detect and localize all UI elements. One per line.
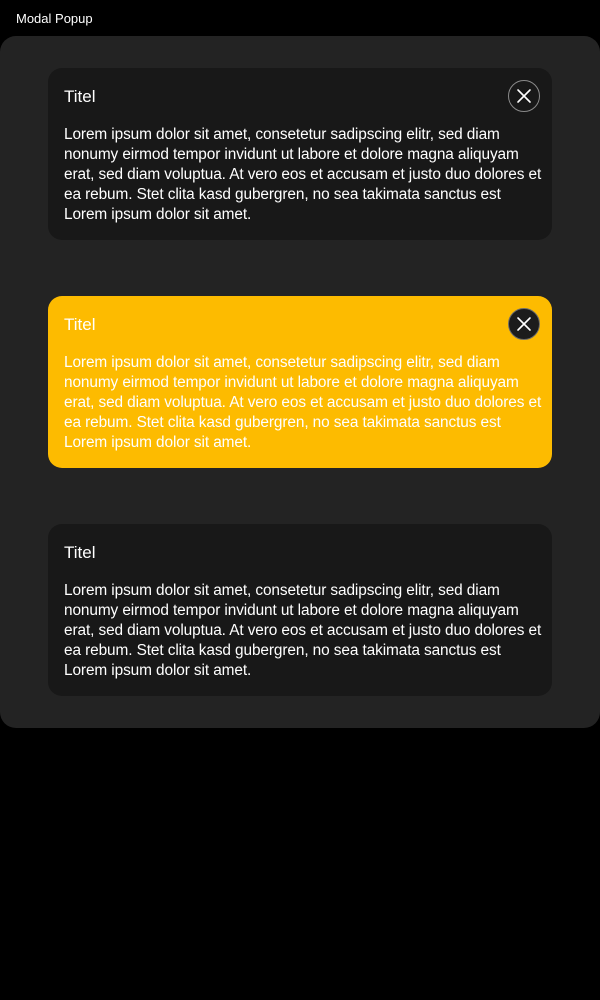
- modal-body-text: Lorem ipsum dolor sit amet, consetetur s…: [64, 126, 542, 223]
- modal-body-text: Lorem ipsum dolor sit amet, consetetur s…: [64, 582, 542, 679]
- close-button[interactable]: [508, 80, 540, 112]
- modal-body-text: Lorem ipsum dolor sit amet, consetetur s…: [64, 354, 542, 451]
- close-button[interactable]: [508, 308, 540, 340]
- close-icon: [516, 88, 532, 104]
- close-icon: [516, 316, 532, 332]
- page-label: Modal Popup: [16, 11, 93, 26]
- modal-title: Titel: [64, 87, 96, 106]
- modal-popup-default: Titel Lorem ipsum dolor sit amet, conset…: [48, 68, 552, 240]
- modal-title: Titel: [64, 543, 96, 562]
- modal-popup-highlight: Titel Lorem ipsum dolor sit amet, conset…: [48, 296, 552, 468]
- modal-showcase-panel: Titel Lorem ipsum dolor sit amet, conset…: [0, 36, 600, 728]
- modal-popup-no-close: Titel Lorem ipsum dolor sit amet, conset…: [48, 524, 552, 696]
- modal-title: Titel: [64, 315, 96, 334]
